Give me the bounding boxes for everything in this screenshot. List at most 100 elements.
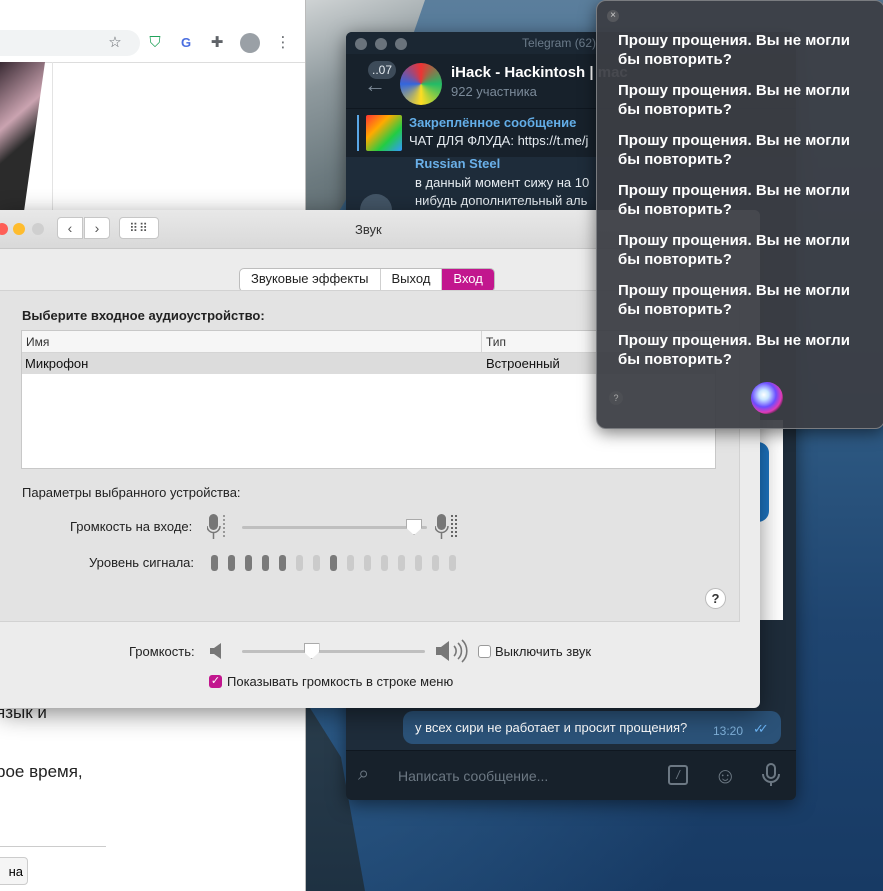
kebab-menu-icon[interactable]: ⋮: [274, 34, 292, 52]
message-text: у всех сири не работает и просит прощени…: [415, 720, 688, 735]
chat-avatar[interactable]: [400, 63, 442, 105]
emoji-icon[interactable]: ☺: [714, 763, 736, 789]
siri-message: Прошу прощения. Вы не могли бы повторить?: [618, 281, 858, 319]
product-image: [0, 62, 45, 212]
show-all-grid-icon[interactable]: ⠿⠿: [119, 217, 159, 239]
window-title: Telegram (62): [522, 36, 597, 50]
double-check-icon: ✓✓: [753, 721, 769, 736]
mic-high-icon: [435, 514, 457, 539]
siri-message-line: бы повторить?: [618, 201, 732, 218]
signal-level-bar: [449, 555, 456, 571]
siri-message: Прошу прощения. Вы не могли бы повторить?: [618, 331, 858, 369]
siri-message-line: Прошу прощения. Вы не могли: [618, 282, 850, 299]
signal-level-bar: [279, 555, 286, 571]
mute-label[interactable]: Выключить звук: [495, 644, 591, 659]
siri-message: Прошу прощения. Вы не могли бы повторить?: [618, 81, 858, 119]
siri-message-line: бы повторить?: [618, 251, 732, 268]
close-button[interactable]: [355, 38, 367, 50]
input-volume-slider[interactable]: [242, 526, 427, 529]
speaker-low-icon: [210, 643, 221, 659]
siri-message-line: бы повторить?: [618, 101, 732, 118]
siri-message-line: Прошу прощения. Вы не могли: [618, 182, 850, 199]
siri-message: Прошу прощения. Вы не могли бы повторить?: [618, 181, 858, 219]
puzzle-icon[interactable]: ✚: [208, 34, 226, 52]
tab-output[interactable]: Выход: [381, 269, 443, 291]
column-header-name[interactable]: Имя: [22, 331, 482, 353]
pin-accent: [357, 115, 359, 151]
help-icon[interactable]: ?: [609, 391, 623, 405]
tab-sound-effects[interactable]: Звуковые эффекты: [240, 269, 381, 291]
signal-level-bar: [228, 555, 235, 571]
signal-level-bar: [432, 555, 439, 571]
minimize-button[interactable]: [13, 223, 25, 235]
siri-message-line: бы повторить?: [618, 351, 732, 368]
signal-level-bar: [211, 555, 218, 571]
siri-message-line: бы повторить?: [618, 301, 732, 318]
microphone-icon[interactable]: [760, 763, 782, 787]
mic-low-icon: [207, 514, 225, 539]
translate-icon[interactable]: G: [177, 34, 195, 52]
tab-bar: Звуковые эффекты Выход Вход: [239, 268, 495, 292]
output-volume-slider[interactable]: [242, 650, 425, 653]
divider: [0, 846, 106, 847]
output-volume-thumb[interactable]: [303, 643, 320, 659]
window-title: Звук: [355, 222, 382, 237]
signal-level-bar: [262, 555, 269, 571]
unread-badge: ..07: [368, 61, 397, 79]
back-button[interactable]: ‹: [57, 217, 83, 239]
siri-message-line: Прошу прощения. Вы не могли: [618, 132, 850, 149]
mute-checkbox[interactable]: [478, 645, 491, 658]
show-in-menu-label[interactable]: Показывать громкость в строке меню: [227, 674, 453, 689]
pinned-title: Закреплённое сообщение: [409, 115, 577, 130]
signal-level-bar: [330, 555, 337, 571]
bot-command-icon[interactable]: /: [668, 765, 688, 785]
pinned-text: ЧАТ ДЛЯ ФЛУДА: https://t.me/j: [409, 133, 589, 148]
signal-level-label: Уровень сигнала:: [89, 555, 195, 570]
zoom-button[interactable]: [395, 38, 407, 50]
article-button[interactable]: на: [0, 857, 28, 885]
minimize-button[interactable]: [375, 38, 387, 50]
siri-message-line: Прошу прощения. Вы не могли: [618, 32, 850, 49]
message-composer: ⌕ Написать сообщение... / ☺: [346, 750, 796, 800]
siri-orb-icon[interactable]: [751, 382, 783, 414]
signal-level-bar: [415, 555, 422, 571]
star-icon[interactable]: ☆: [106, 34, 124, 52]
siri-message-line: бы повторить?: [618, 51, 732, 68]
output-volume-label: Громкость:: [129, 644, 195, 659]
signal-level-bar: [296, 555, 303, 571]
member-count: 922 участника: [451, 84, 537, 99]
siri-message-line: Прошу прощения. Вы не могли: [618, 332, 850, 349]
message-text: нибудь дополнительный аль: [415, 193, 588, 208]
signal-level-bar: [381, 555, 388, 571]
paperclip-icon[interactable]: ⌕: [358, 763, 369, 786]
divider: [52, 62, 53, 212]
help-button[interactable]: ?: [705, 588, 726, 609]
zoom-button[interactable]: [32, 223, 44, 235]
message-author[interactable]: Russian Steel: [415, 156, 500, 171]
siri-message-line: бы повторить?: [618, 151, 732, 168]
chrome-toolbar: ☆ ⛉ G ✚ ⋮: [0, 22, 305, 63]
signal-level-bar: [347, 555, 354, 571]
siri-message: Прошу прощения. Вы не могли бы повторить?: [618, 31, 858, 69]
signal-level-bar: [398, 555, 405, 571]
device-name: Микрофон: [25, 356, 89, 371]
avatar[interactable]: [240, 33, 260, 53]
close-button[interactable]: [0, 223, 8, 235]
forward-button[interactable]: ›: [84, 217, 110, 239]
siri-message-line: Прошу прощения. Вы не могли: [618, 232, 850, 249]
siri-panel: × Прошу прощения. Вы не могли бы повторит…: [596, 0, 883, 429]
shield-check-icon[interactable]: ⛉: [146, 34, 164, 52]
show-in-menu-checkbox[interactable]: ✓: [209, 675, 222, 688]
outgoing-message[interactable]: у всех сири не работает и просит прощени…: [403, 711, 781, 744]
message-input[interactable]: Написать сообщение...: [398, 768, 548, 784]
panel-heading: Выберите входное аудиоустройство:: [22, 308, 265, 323]
siri-message-line: Прошу прощения. Вы не могли: [618, 82, 850, 99]
close-icon[interactable]: ×: [607, 10, 619, 22]
input-volume-label: Громкость на входе:: [70, 519, 193, 534]
siri-message: Прошу прощения. Вы не могли бы повторить?: [618, 131, 858, 169]
signal-level-bar: [245, 555, 252, 571]
message-time: 13:20: [713, 724, 744, 738]
tab-input[interactable]: Вход: [442, 269, 494, 291]
pin-thumbnail: [366, 115, 402, 151]
signal-level-bar: [364, 555, 371, 571]
